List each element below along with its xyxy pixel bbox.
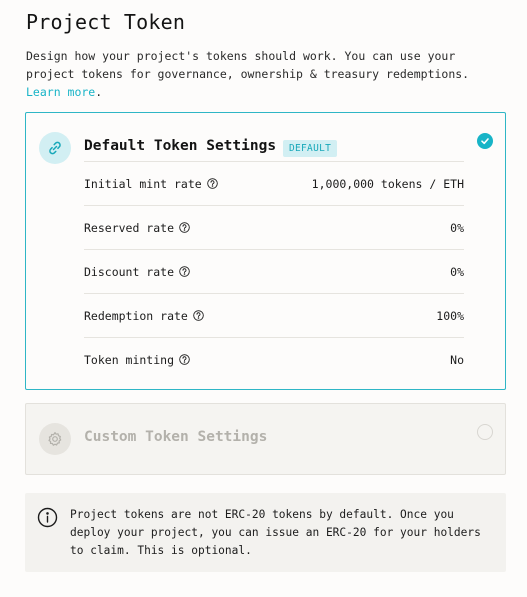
setting-value: 100%: [436, 308, 464, 323]
custom-token-settings-card[interactable]: Custom Token Settings: [25, 403, 506, 475]
setting-label: Discount rate: [84, 264, 175, 279]
default-token-settings-card[interactable]: Default Token Settings DEFAULT Initial m…: [25, 112, 506, 390]
token-settings-list: Initial mint rate 1,000,000 tokens / ETH…: [84, 161, 464, 381]
learn-more-link[interactable]: Learn more: [26, 85, 95, 99]
setting-value: 0%: [450, 220, 464, 235]
gear-icon: [39, 423, 71, 455]
custom-card-title: Custom Token Settings: [84, 429, 268, 445]
default-card-title: Default Token Settings: [84, 138, 277, 154]
setting-label: Token minting: [84, 352, 175, 367]
info-callout: Project tokens are not ERC-20 tokens by …: [25, 493, 506, 572]
help-icon[interactable]: [179, 354, 190, 365]
setting-row-discount-rate: Discount rate 0%: [84, 249, 464, 293]
description-text: Design how your project's tokens should …: [26, 49, 470, 81]
description-period: .: [95, 85, 103, 99]
setting-value: 0%: [450, 264, 464, 279]
setting-row-initial-mint-rate: Initial mint rate 1,000,000 tokens / ETH: [84, 161, 464, 205]
page-title: Project Token: [26, 10, 186, 34]
help-icon[interactable]: [206, 178, 218, 189]
custom-radio-unchecked[interactable]: [477, 424, 493, 440]
page-description: Design how your project's tokens should …: [26, 47, 506, 101]
default-radio-checked[interactable]: [477, 133, 493, 149]
info-text: Project tokens are not ERC-20 tokens by …: [70, 508, 481, 557]
check-icon: [481, 138, 489, 145]
setting-label: Initial mint rate: [84, 176, 202, 191]
setting-value: No: [450, 352, 464, 367]
setting-value: 1,000,000 tokens / ETH: [311, 176, 464, 191]
setting-row-reserved-rate: Reserved rate 0%: [84, 205, 464, 249]
info-icon: [37, 507, 58, 528]
help-icon[interactable]: [179, 222, 190, 233]
help-icon[interactable]: [179, 266, 190, 277]
setting-row-token-minting: Token minting No: [84, 337, 464, 381]
link-icon: [39, 132, 71, 164]
setting-label: Reserved rate: [84, 220, 175, 235]
default-badge: DEFAULT: [283, 140, 338, 157]
setting-row-redemption-rate: Redemption rate 100%: [84, 293, 464, 337]
setting-label: Redemption rate: [84, 308, 188, 323]
help-icon[interactable]: [193, 310, 204, 321]
